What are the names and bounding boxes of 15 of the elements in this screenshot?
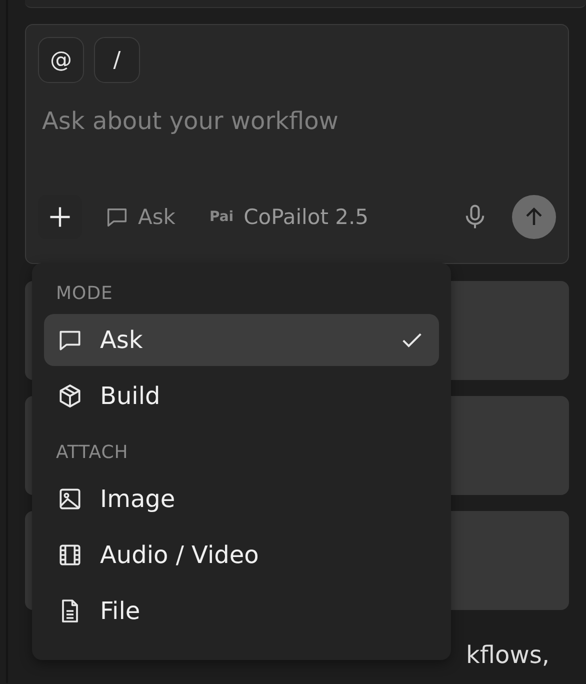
menu-item[interactable]: Build [44,370,439,422]
mention-chip[interactable]: / [94,37,140,83]
section-header: ATTACH [55,441,130,465]
message-composer[interactable]: @ / Ask about your workflow Ask Pai CoPailot 2.5 [25,24,569,264]
send-button[interactable] [512,195,556,239]
message-input[interactable]: Ask about your workflow [38,107,556,187]
mention-chip[interactable]: @ [38,37,84,83]
tip-text: kflows, [466,641,550,669]
mode-button[interactable]: Ask [104,204,176,230]
section-header: MODE [55,282,114,306]
menu-item[interactable]: File [44,585,439,637]
model-selector[interactable]: Pai CoPailot 2.5 [209,205,369,229]
menu-item[interactable]: Ask [44,314,439,366]
menu-item[interactable]: Image [44,473,439,525]
menu-item[interactable]: Audio / Video [44,529,439,581]
